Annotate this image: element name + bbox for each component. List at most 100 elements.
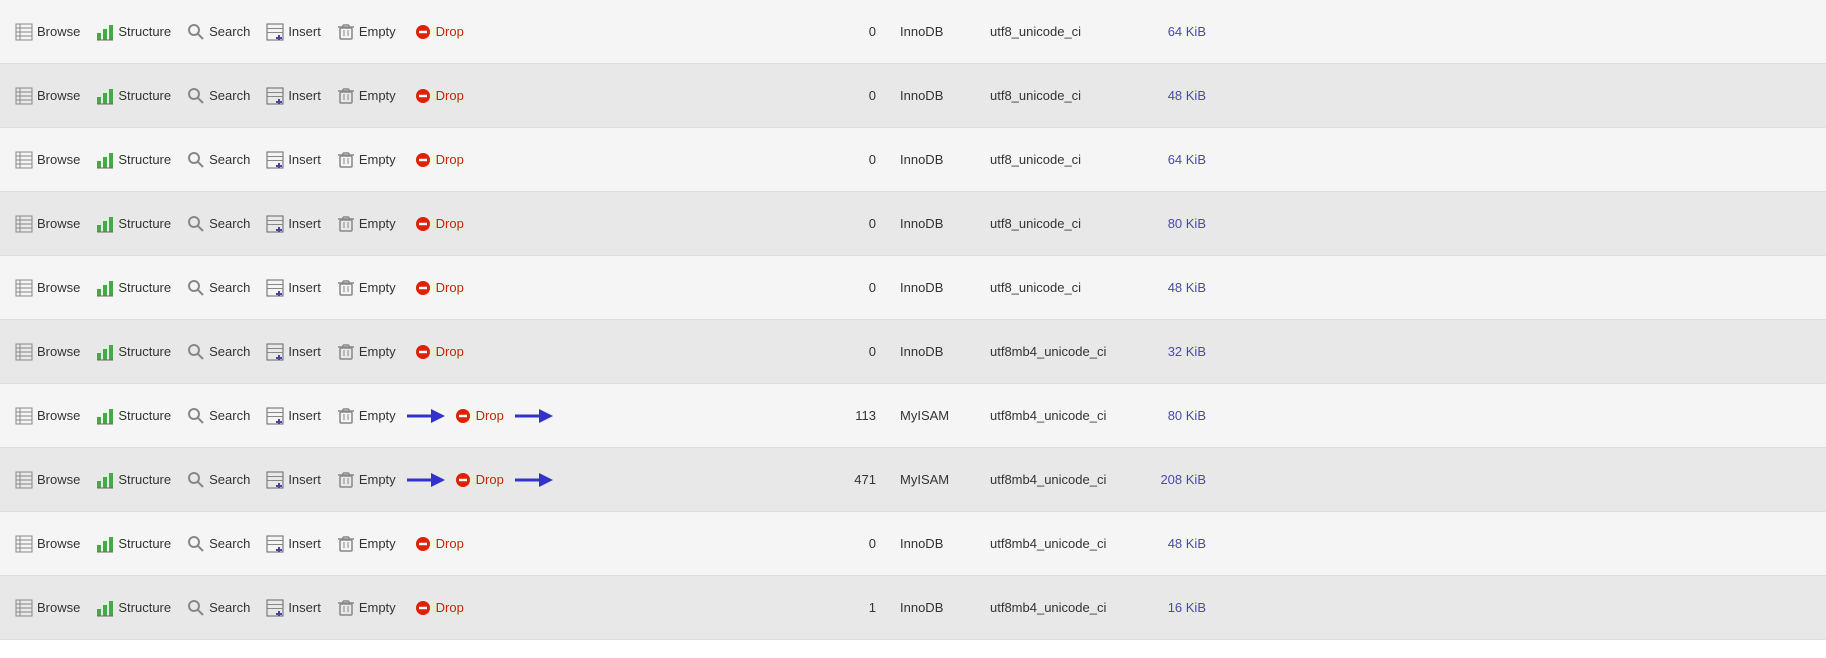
collation: utf8_unicode_ci	[978, 152, 1138, 167]
insert-button[interactable]: Insert	[259, 276, 328, 300]
structure-button[interactable]: Structure	[89, 340, 178, 364]
table-row: Browse Structure Search Insert	[0, 576, 1826, 640]
drop-button[interactable]: Drop	[407, 596, 471, 620]
structure-button[interactable]: Structure	[89, 20, 178, 44]
insert-button[interactable]: Insert	[259, 596, 328, 620]
collation: utf8_unicode_ci	[978, 280, 1138, 295]
insert-button[interactable]: Insert	[259, 212, 328, 236]
search-button[interactable]: Search	[180, 596, 257, 620]
table-row: Browse Structure Search Insert	[0, 256, 1826, 320]
row-count: 0	[828, 88, 888, 103]
engine: InnoDB	[888, 88, 978, 103]
collation: utf8_unicode_ci	[978, 216, 1138, 231]
browse-button[interactable]: Browse	[8, 532, 87, 556]
browse-button[interactable]: Browse	[8, 340, 87, 364]
collation: utf8mb4_unicode_ci	[978, 408, 1138, 423]
insert-button[interactable]: Insert	[259, 404, 328, 428]
drop-button[interactable]: Drop	[447, 468, 511, 492]
structure-button[interactable]: Structure	[89, 404, 178, 428]
insert-button[interactable]: Insert	[259, 340, 328, 364]
row-count: 471	[828, 472, 888, 487]
drop-button[interactable]: Drop	[407, 84, 471, 108]
structure-button[interactable]: Structure	[89, 468, 178, 492]
browse-button[interactable]: Browse	[8, 596, 87, 620]
row-count: 113	[828, 408, 888, 423]
empty-button[interactable]: Empty	[330, 596, 403, 620]
empty-button[interactable]: Empty	[330, 84, 403, 108]
structure-button[interactable]: Structure	[89, 84, 178, 108]
row-count: 1	[828, 600, 888, 615]
collation: utf8mb4_unicode_ci	[978, 536, 1138, 551]
search-button[interactable]: Search	[180, 212, 257, 236]
table-row: Browse Structure Search Insert	[0, 192, 1826, 256]
browse-button[interactable]: Browse	[8, 84, 87, 108]
insert-button[interactable]: Insert	[259, 84, 328, 108]
search-button[interactable]: Search	[180, 20, 257, 44]
empty-button[interactable]: Empty	[330, 148, 403, 172]
row-actions: Browse Structure Search Insert	[8, 148, 828, 172]
empty-button[interactable]: Empty	[330, 276, 403, 300]
row-info: 0 InnoDB utf8mb4_unicode_ci 32 KiB	[828, 344, 1818, 359]
row-info: 471 MyISAM utf8mb4_unicode_ci 208 KiB	[828, 472, 1818, 487]
arrow-container	[405, 469, 445, 491]
engine: InnoDB	[888, 600, 978, 615]
structure-button[interactable]: Structure	[89, 532, 178, 556]
row-actions: Browse Structure Search Insert	[8, 212, 828, 236]
row-info: 113 MyISAM utf8mb4_unicode_ci 80 KiB	[828, 408, 1818, 423]
search-button[interactable]: Search	[180, 276, 257, 300]
insert-button[interactable]: Insert	[259, 20, 328, 44]
row-info: 0 InnoDB utf8_unicode_ci 80 KiB	[828, 216, 1818, 231]
structure-button[interactable]: Structure	[89, 148, 178, 172]
empty-button[interactable]: Empty	[330, 340, 403, 364]
browse-button[interactable]: Browse	[8, 276, 87, 300]
drop-button[interactable]: Drop	[407, 212, 471, 236]
drop-button[interactable]: Drop	[447, 404, 511, 428]
row-actions: Browse Structure Search Insert	[8, 596, 828, 620]
search-button[interactable]: Search	[180, 340, 257, 364]
drop-button[interactable]: Drop	[407, 276, 471, 300]
search-button[interactable]: Search	[180, 404, 257, 428]
size: 16 KiB	[1138, 600, 1218, 615]
collation: utf8mb4_unicode_ci	[978, 344, 1138, 359]
drop-button[interactable]: Drop	[407, 20, 471, 44]
insert-button[interactable]: Insert	[259, 468, 328, 492]
insert-button[interactable]: Insert	[259, 532, 328, 556]
collation: utf8_unicode_ci	[978, 88, 1138, 103]
browse-button[interactable]: Browse	[8, 468, 87, 492]
collation: utf8mb4_unicode_ci	[978, 600, 1138, 615]
empty-button[interactable]: Empty	[330, 532, 403, 556]
empty-button[interactable]: Empty	[330, 468, 403, 492]
search-button[interactable]: Search	[180, 468, 257, 492]
structure-button[interactable]: Structure	[89, 596, 178, 620]
engine: InnoDB	[888, 280, 978, 295]
engine: InnoDB	[888, 152, 978, 167]
structure-button[interactable]: Structure	[89, 212, 178, 236]
drop-button[interactable]: Drop	[407, 532, 471, 556]
engine: InnoDB	[888, 24, 978, 39]
drop-button[interactable]: Drop	[407, 340, 471, 364]
table-row: Browse Structure Search Insert	[0, 512, 1826, 576]
browse-button[interactable]: Browse	[8, 148, 87, 172]
browse-button[interactable]: Browse	[8, 20, 87, 44]
row-count: 0	[828, 216, 888, 231]
size: 64 KiB	[1138, 152, 1218, 167]
engine: MyISAM	[888, 472, 978, 487]
collation: utf8mb4_unicode_ci	[978, 472, 1138, 487]
empty-button[interactable]: Empty	[330, 20, 403, 44]
engine: InnoDB	[888, 216, 978, 231]
row-count: 0	[828, 344, 888, 359]
structure-button[interactable]: Structure	[89, 276, 178, 300]
browse-button[interactable]: Browse	[8, 404, 87, 428]
drop-button[interactable]: Drop	[407, 148, 471, 172]
row-info: 0 InnoDB utf8mb4_unicode_ci 48 KiB	[828, 536, 1818, 551]
search-button[interactable]: Search	[180, 148, 257, 172]
browse-button[interactable]: Browse	[8, 212, 87, 236]
search-button[interactable]: Search	[180, 84, 257, 108]
table-row: Browse Structure Search Insert	[0, 320, 1826, 384]
engine: InnoDB	[888, 344, 978, 359]
row-count: 0	[828, 536, 888, 551]
empty-button[interactable]: Empty	[330, 404, 403, 428]
search-button[interactable]: Search	[180, 532, 257, 556]
empty-button[interactable]: Empty	[330, 212, 403, 236]
insert-button[interactable]: Insert	[259, 148, 328, 172]
